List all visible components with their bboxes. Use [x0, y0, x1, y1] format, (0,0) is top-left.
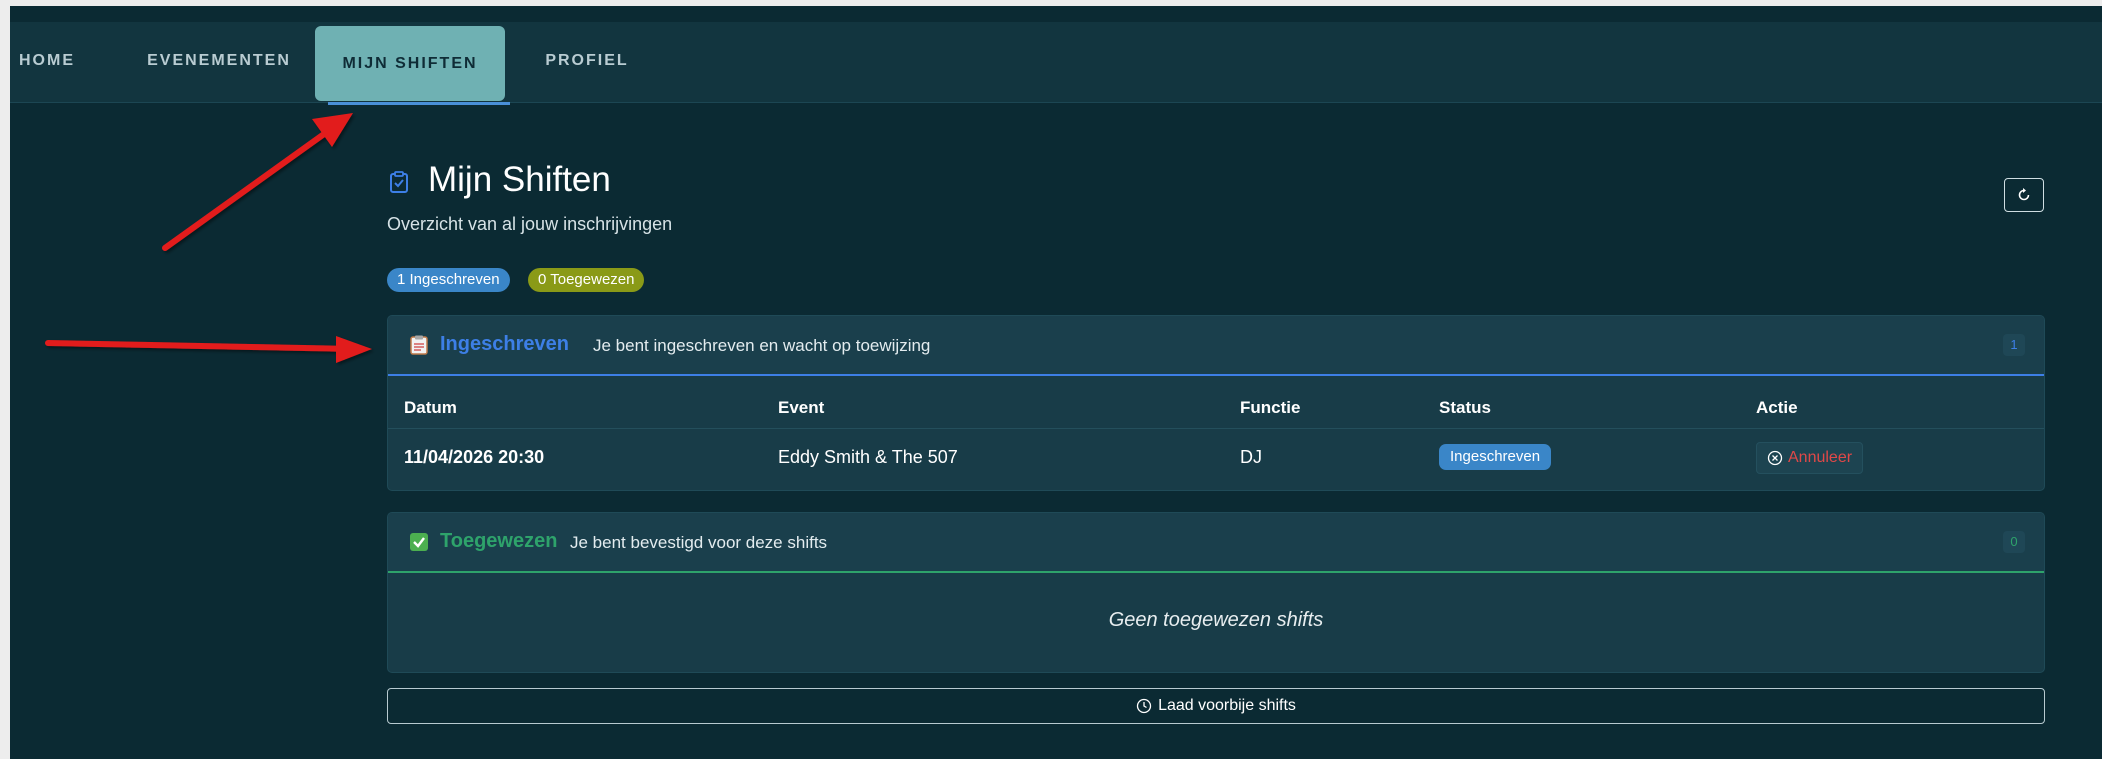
- refresh-icon: [2018, 188, 2030, 201]
- close-circle-icon: [1767, 450, 1783, 466]
- clock-icon: [1136, 698, 1152, 714]
- nav-item-mijn-shiften[interactable]: MIJN SHIFTEN: [315, 26, 505, 101]
- active-tab-indicator: [328, 102, 510, 105]
- assigned-card-description: Je bent bevestigd voor deze shifts: [570, 533, 828, 552]
- nav-item-profiel[interactable]: PROFIEL: [537, 22, 637, 100]
- registered-card: Ingeschreven Je bent ingeschreven en wac…: [387, 315, 2045, 491]
- assigned-card: Toegewezen Je bent bevestigd voor deze s…: [387, 512, 2045, 673]
- assigned-card-header: Toegewezen Je bent bevestigd voor deze s…: [388, 513, 2044, 571]
- registered-count-badge: 1 Ingeschreven: [387, 268, 510, 292]
- assigned-card-title: Toegewezen: [440, 530, 558, 552]
- assigned-card-count: 0: [2003, 531, 2025, 553]
- cancel-button-label: Annuleer: [1788, 449, 1853, 466]
- empty-state-text: Geen toegewezen shifts: [1108, 609, 1324, 631]
- registered-card-divider: [388, 374, 2044, 376]
- refresh-button[interactable]: [2004, 178, 2044, 212]
- annotation-arrow-to-tab: [162, 113, 353, 251]
- nav-item-evenementen[interactable]: EVENEMENTEN: [140, 22, 298, 100]
- column-header-datum: Datum: [404, 398, 457, 417]
- load-past-shifts-label: Laad voorbije shifts: [1158, 697, 1296, 714]
- status-badge: Ingeschreven: [1439, 444, 1552, 470]
- cell-functie: DJ: [1240, 447, 1262, 467]
- column-header-status: Status: [1439, 398, 1491, 417]
- cell-datum: 11/04/2026 20:30: [404, 447, 545, 467]
- top-navbar: HOME EVENEMENTEN MIJN SHIFTEN PROFIEL: [10, 22, 2102, 105]
- assigned-count-badge: 0 Toegewezen: [528, 268, 645, 292]
- table-header-divider: [388, 428, 2044, 429]
- nav-item-home[interactable]: HOME: [16, 22, 78, 100]
- registered-card-count: 1: [2003, 334, 2025, 356]
- registered-card-description: Je bent ingeschreven en wacht op toewijz…: [593, 336, 931, 355]
- registered-card-title: Ingeschreven: [440, 333, 569, 355]
- check-box-icon: [410, 533, 428, 551]
- column-header-event: Event: [778, 398, 825, 417]
- app-window: HOME EVENEMENTEN MIJN SHIFTEN PROFIEL Mi…: [10, 6, 2102, 759]
- annotation-arrow-to-card: [45, 336, 372, 363]
- clipboard-icon: [410, 335, 428, 355]
- clipboard-check-icon: [390, 171, 408, 193]
- page-subtitle: Overzicht van al jouw inschrijvingen: [387, 214, 673, 234]
- page-title: Mijn Shiften: [428, 160, 611, 199]
- load-past-shifts-button[interactable]: Laad voorbije shifts: [387, 688, 2045, 724]
- registered-card-header: Ingeschreven Je bent ingeschreven en wac…: [388, 316, 2044, 374]
- column-header-functie: Functie: [1240, 398, 1301, 417]
- assigned-card-divider: [388, 571, 2044, 573]
- cell-event: Eddy Smith & The 507: [778, 447, 958, 467]
- cancel-button[interactable]: Annuleer: [1756, 442, 1864, 474]
- column-header-actie: Actie: [1756, 398, 1798, 417]
